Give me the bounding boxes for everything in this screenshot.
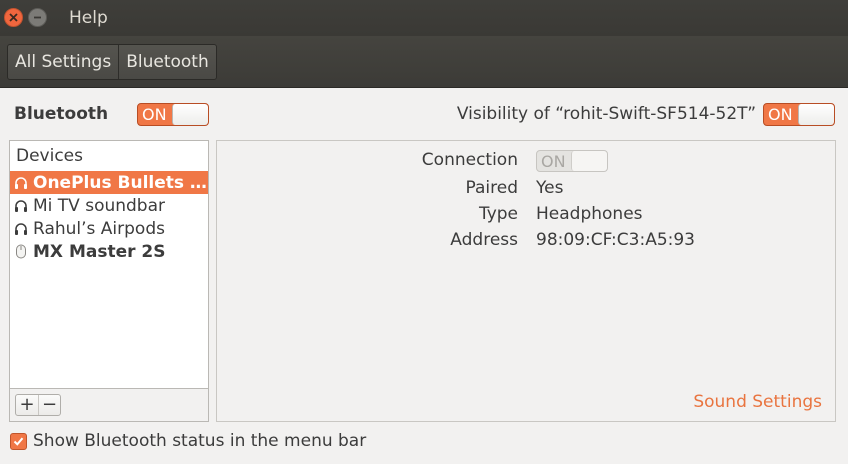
- mouse-icon: [12, 243, 30, 261]
- switch-knob: [798, 104, 834, 125]
- devices-header: Devices: [16, 146, 83, 166]
- headphones-icon: [12, 174, 30, 192]
- bluetooth-switch[interactable]: ON: [137, 103, 209, 126]
- connection-label: Connection: [421, 150, 518, 170]
- bluetooth-switch-label: ON: [142, 105, 167, 124]
- bluetooth-heading: Bluetooth: [14, 104, 109, 124]
- device-details-pane: Connection ON Paired Yes Type Headphones…: [216, 140, 836, 422]
- address-label: Address: [450, 230, 518, 250]
- headphones-icon: [12, 197, 30, 215]
- type-row: Type Headphones: [217, 204, 837, 228]
- device-name: Rahul’s Airpods: [33, 218, 165, 239]
- remove-device-button[interactable]: −: [38, 395, 60, 415]
- devices-list: Devices OnePlus Bullets ... Mi TV soundb…: [9, 140, 209, 389]
- visibility-label: Visibility of “rohit-Swift-SF514-52T”: [456, 104, 756, 124]
- device-buttons: + −: [15, 394, 61, 416]
- breadcrumb-bluetooth[interactable]: Bluetooth: [118, 45, 216, 79]
- paired-label: Paired: [465, 178, 519, 198]
- address-value: 98:09:CF:C3:A5:93: [536, 230, 695, 250]
- show-status-checkbox-row[interactable]: Show Bluetooth status in the menu bar: [10, 431, 366, 451]
- connection-switch: ON: [536, 150, 608, 172]
- paired-value: Yes: [536, 178, 564, 198]
- connection-switch-label: ON: [541, 152, 566, 171]
- switch-knob: [172, 104, 208, 125]
- add-device-button[interactable]: +: [16, 395, 38, 415]
- minimize-icon[interactable]: [28, 8, 47, 27]
- switch-knob: [571, 151, 607, 171]
- window-title: Help: [69, 8, 108, 28]
- device-item-oneplus-bullets[interactable]: OnePlus Bullets ...: [10, 171, 208, 194]
- connection-row: Connection ON: [217, 150, 837, 174]
- address-row: Address 98:09:CF:C3:A5:93: [217, 230, 837, 254]
- device-name: MX Master 2S: [33, 241, 166, 262]
- show-status-label: Show Bluetooth status in the menu bar: [33, 431, 367, 451]
- device-item-mx-master-2s[interactable]: MX Master 2S: [10, 240, 208, 263]
- type-label: Type: [478, 204, 518, 224]
- close-icon[interactable]: [4, 8, 23, 27]
- title-bar: Help: [0, 0, 848, 36]
- visibility-switch-label: ON: [768, 105, 793, 124]
- device-name: Mi TV soundbar: [33, 195, 166, 216]
- breadcrumb: All Settings Bluetooth: [7, 44, 217, 80]
- device-name: OnePlus Bullets ...: [33, 172, 208, 193]
- breadcrumb-all-settings[interactable]: All Settings: [8, 45, 118, 79]
- headphones-icon: [12, 220, 30, 238]
- paired-row: Paired Yes: [217, 178, 837, 202]
- devices-list-toolbar: + −: [9, 389, 209, 422]
- type-value: Headphones: [536, 204, 643, 224]
- toolbar: All Settings Bluetooth: [0, 36, 848, 88]
- checkmark-icon: [13, 437, 24, 446]
- device-item-mi-tv-soundbar[interactable]: Mi TV soundbar: [10, 194, 208, 217]
- device-item-rahuls-airpods[interactable]: Rahul’s Airpods: [10, 217, 208, 240]
- show-status-checkbox[interactable]: [10, 432, 27, 450]
- visibility-switch[interactable]: ON: [763, 103, 835, 126]
- sound-settings-link[interactable]: Sound Settings: [693, 392, 822, 412]
